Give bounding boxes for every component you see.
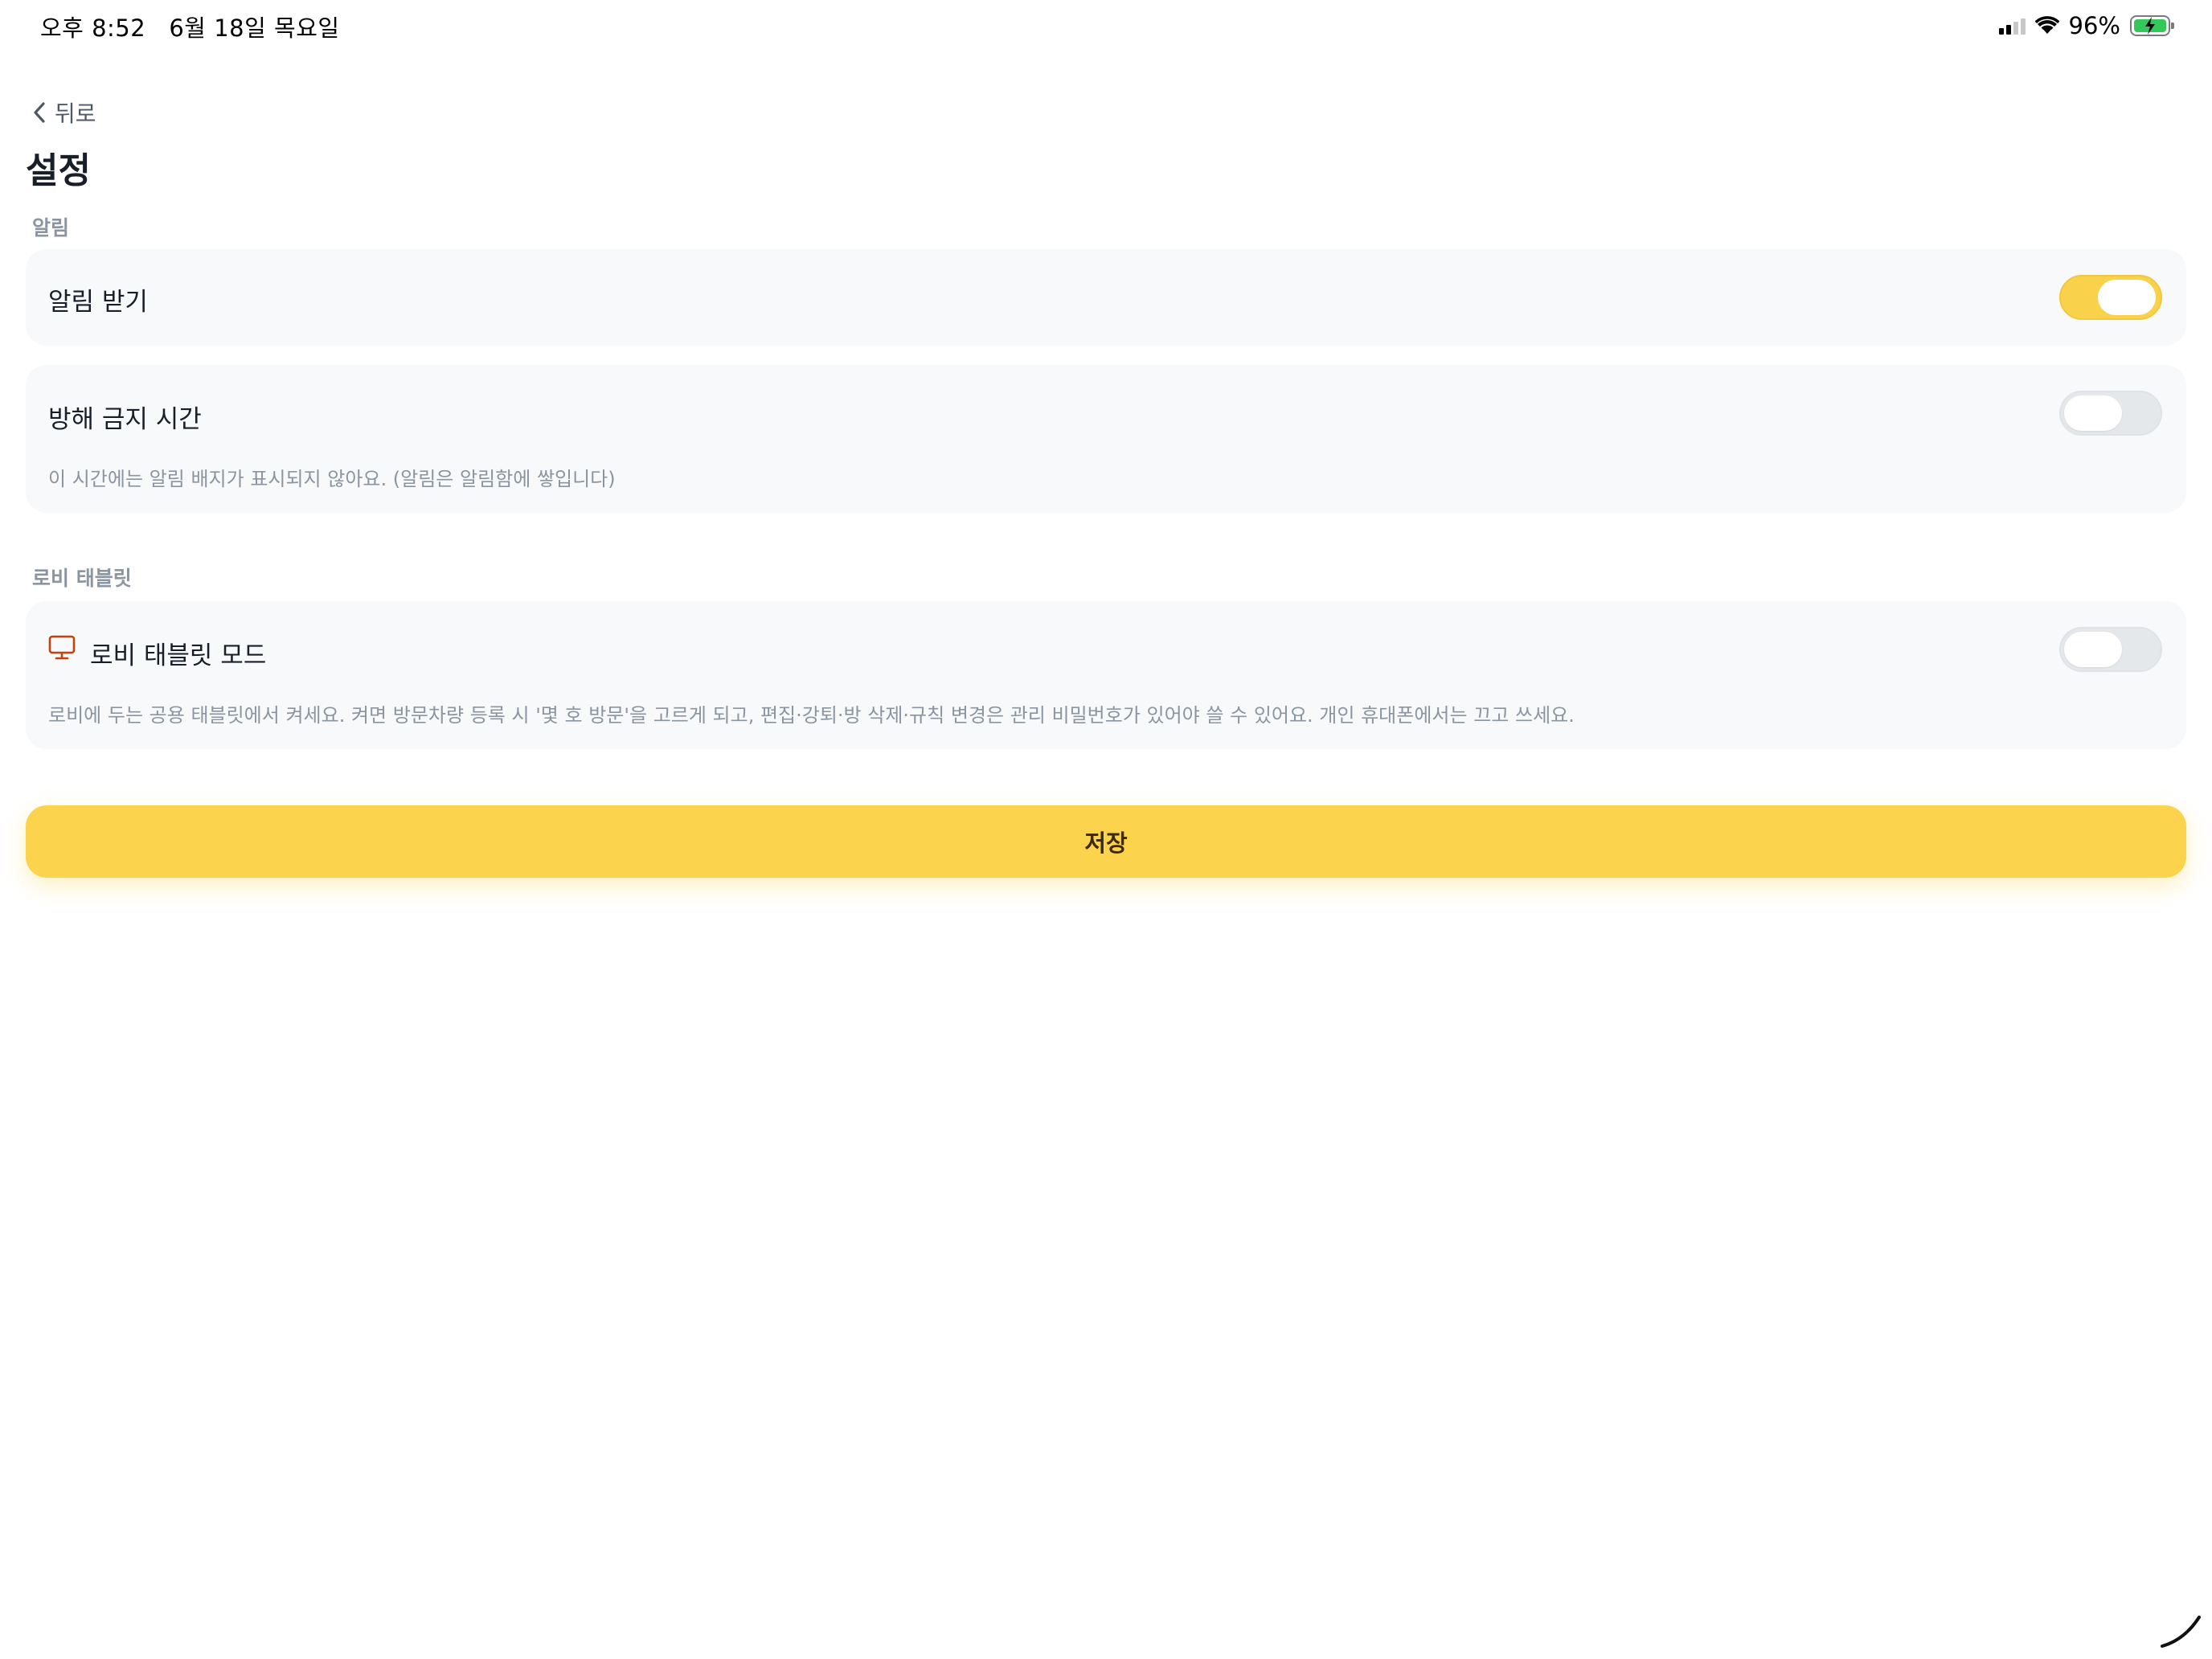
corner-stroke-icon — [2161, 1616, 2201, 1648]
status-time: 오후 8:52 6월 18일 목요일 — [40, 10, 340, 43]
do-not-disturb-toggle[interactable] — [2059, 391, 2162, 436]
toggle-knob — [2098, 280, 2156, 315]
do-not-disturb-description: 이 시간에는 알림 배지가 표시되지 않아요. (알림은 알림함에 쌓입니다) — [48, 468, 616, 490]
status-bar: 오후 8:52 6월 18일 목요일 96% — [0, 0, 2212, 51]
do-not-disturb-title: 방해 금지 시간 — [48, 405, 202, 434]
notification-receive-toggle[interactable] — [2059, 275, 2162, 320]
lobby-tablet-mode-card: 로비 태블릿 모드 로비에 두는 공용 태블릿에서 켜세요. 켜면 방문차량 등… — [26, 601, 2186, 749]
do-not-disturb-card: 방해 금지 시간 이 시간에는 알림 배지가 표시되지 않아요. (알림은 알림… — [26, 365, 2186, 513]
monitor-icon — [48, 635, 76, 660]
section-label-notifications: 알림 — [32, 216, 70, 240]
back-button[interactable]: 뒤로 — [32, 95, 96, 130]
section-label-lobby-tablet: 로비 태블릿 — [32, 567, 132, 590]
save-label: 저장 — [1084, 830, 1128, 857]
status-date: 6월 18일 목요일 — [169, 14, 340, 42]
lobby-tablet-mode-description: 로비에 두는 공용 태블릿에서 켜세요. 켜면 방문차량 등록 시 '몇 호 방… — [48, 704, 1575, 727]
back-label: 뒤로 — [55, 100, 96, 127]
chevron-left-icon — [34, 102, 45, 123]
cellular-signal-icon — [1998, 17, 2026, 35]
page-title: 설정 — [26, 150, 91, 191]
wifi-icon — [2034, 16, 2059, 34]
battery-percent: 96% — [2068, 12, 2120, 39]
status-indicators: 96% — [1998, 10, 2174, 42]
lobby-tablet-mode-toggle[interactable] — [2059, 627, 2162, 672]
battery-charging-icon — [2130, 15, 2174, 36]
save-button[interactable]: 저장 — [26, 805, 2186, 878]
lobby-tablet-mode-title: 로비 태블릿 모드 — [90, 641, 267, 670]
toggle-knob — [2064, 395, 2122, 431]
notification-receive-card: 알림 받기 — [26, 249, 2186, 346]
status-clock: 오후 8:52 — [40, 14, 146, 42]
notification-receive-title: 알림 받기 — [48, 288, 148, 317]
toggle-knob — [2064, 632, 2122, 667]
